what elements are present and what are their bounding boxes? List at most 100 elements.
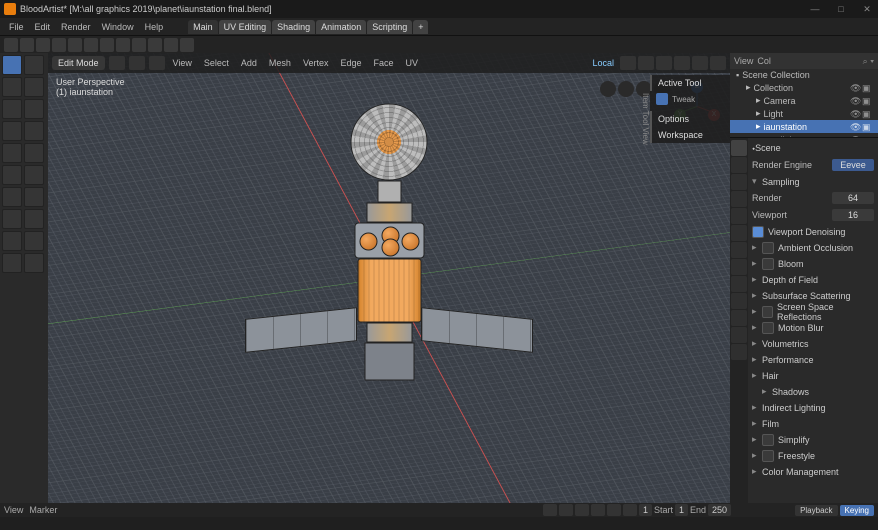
- panel-options[interactable]: Options: [650, 111, 730, 127]
- mesh-tab-icon[interactable]: [731, 310, 747, 326]
- panel-active-tool[interactable]: Active Tool: [650, 75, 730, 91]
- output-tab-icon[interactable]: [731, 157, 747, 173]
- sampling-header[interactable]: Sampling: [762, 177, 800, 187]
- outliner-item[interactable]: ▸Light👁▣: [730, 107, 878, 120]
- frame-start[interactable]: 1: [675, 504, 688, 516]
- section-checkbox[interactable]: [762, 242, 774, 254]
- props-section[interactable]: ▸Film: [752, 416, 874, 431]
- world-tab-icon[interactable]: [731, 208, 747, 224]
- loopcut-tool-icon[interactable]: [24, 187, 44, 207]
- workspace-add[interactable]: +: [413, 20, 428, 34]
- tool-icon[interactable]: [148, 38, 162, 52]
- outliner-view[interactable]: View: [734, 56, 753, 66]
- props-section[interactable]: ▸Simplify: [752, 432, 874, 447]
- render-samples-value[interactable]: 64: [832, 192, 874, 204]
- 3d-viewport[interactable]: Edit Mode View Select Add Mesh Vertex Ed…: [48, 53, 730, 503]
- timeline-view[interactable]: View: [4, 505, 23, 515]
- viewlayer-tab-icon[interactable]: [731, 174, 747, 190]
- render-tab-icon[interactable]: [731, 140, 747, 156]
- vp-menu-add[interactable]: Add: [237, 56, 261, 70]
- orientation-local[interactable]: Local: [588, 56, 618, 70]
- workspace-script[interactable]: Scripting: [367, 20, 412, 34]
- tweak-tool-icon[interactable]: [2, 55, 22, 75]
- edge-select-icon[interactable]: [129, 56, 145, 70]
- material-tab-icon[interactable]: [731, 327, 747, 343]
- tool-icon[interactable]: [68, 38, 82, 52]
- smooth-tool-icon[interactable]: [24, 231, 44, 251]
- scale-tool-icon[interactable]: [24, 99, 44, 119]
- vp-menu-view[interactable]: View: [169, 56, 196, 70]
- vp-menu-mesh[interactable]: Mesh: [265, 56, 295, 70]
- scene-tab-icon[interactable]: [731, 191, 747, 207]
- tool-icon[interactable]: [4, 38, 18, 52]
- section-checkbox[interactable]: [762, 306, 773, 318]
- zoom-icon[interactable]: [600, 81, 616, 97]
- spin-tool-icon[interactable]: [2, 231, 22, 251]
- menu-edit[interactable]: Edit: [30, 20, 56, 34]
- section-checkbox[interactable]: [762, 258, 774, 270]
- next-key-icon[interactable]: [607, 504, 621, 516]
- panel-workspace[interactable]: Workspace: [650, 127, 730, 143]
- tool-icon[interactable]: [20, 38, 34, 52]
- measure-tool-icon[interactable]: [2, 143, 22, 163]
- playback-button[interactable]: Playback: [795, 505, 837, 516]
- props-section[interactable]: ▸Indirect Lighting: [752, 400, 874, 415]
- minimize-button[interactable]: —: [808, 4, 822, 15]
- viewport-denoise-check[interactable]: [752, 226, 764, 238]
- mode-selector[interactable]: Edit Mode: [52, 56, 105, 70]
- jump-end-icon[interactable]: [623, 504, 637, 516]
- workspace-anim[interactable]: Animation: [316, 20, 366, 34]
- model-spacecraft[interactable]: [351, 104, 428, 381]
- jump-start-icon[interactable]: [543, 504, 557, 516]
- tool-icon[interactable]: [164, 38, 178, 52]
- tool-icon[interactable]: [132, 38, 146, 52]
- props-section[interactable]: ▸Ambient Occlusion: [752, 240, 874, 255]
- outliner-item[interactable]: ▸iaunstation👁▣: [730, 120, 878, 133]
- outliner-item[interactable]: ▸Collection👁▣: [730, 81, 878, 94]
- transform-tool-icon[interactable]: [2, 121, 22, 141]
- tool-icon[interactable]: [116, 38, 130, 52]
- vert-select-icon[interactable]: [109, 56, 125, 70]
- menu-render[interactable]: Render: [56, 20, 96, 34]
- constraint-tab-icon[interactable]: [731, 293, 747, 309]
- vp-menu-uv[interactable]: UV: [402, 56, 423, 70]
- menu-file[interactable]: File: [4, 20, 29, 34]
- slide-tool-icon[interactable]: [2, 253, 22, 273]
- menu-help[interactable]: Help: [140, 20, 169, 34]
- face-select-icon[interactable]: [149, 56, 165, 70]
- shading-wire-icon[interactable]: [656, 56, 672, 70]
- props-section[interactable]: ▸Volumetrics: [752, 336, 874, 351]
- keying-button[interactable]: Keying: [840, 505, 874, 516]
- select-box-icon[interactable]: [24, 55, 44, 75]
- viewport-samples-value[interactable]: 16: [832, 209, 874, 221]
- cursor-tool-icon[interactable]: [2, 77, 22, 97]
- timeline-track[interactable]: [0, 517, 878, 530]
- tool-icon[interactable]: [84, 38, 98, 52]
- frame-end[interactable]: 250: [708, 504, 731, 516]
- extrude-tool-icon[interactable]: [2, 165, 22, 185]
- workspace-shading[interactable]: Shading: [272, 20, 315, 34]
- pan-icon[interactable]: [618, 81, 634, 97]
- props-section[interactable]: ▸Performance: [752, 352, 874, 367]
- rotate-tool-icon[interactable]: [2, 99, 22, 119]
- frame-current[interactable]: 1: [639, 504, 652, 516]
- knife-tool-icon[interactable]: [2, 209, 22, 229]
- outliner-root[interactable]: ▪Scene Collection: [730, 69, 878, 81]
- texture-tab-icon[interactable]: [731, 344, 747, 360]
- prev-key-icon[interactable]: [559, 504, 573, 516]
- vp-menu-select[interactable]: Select: [200, 56, 233, 70]
- shading-solid-icon[interactable]: [674, 56, 690, 70]
- outliner-col[interactable]: Col: [757, 56, 771, 66]
- render-engine-value[interactable]: Eevee: [832, 159, 874, 171]
- props-section[interactable]: ▸Freestyle: [752, 448, 874, 463]
- menu-window[interactable]: Window: [97, 20, 139, 34]
- move-tool-icon[interactable]: [24, 77, 44, 97]
- props-section[interactable]: ▸Motion Blur: [752, 320, 874, 335]
- vp-menu-edge[interactable]: Edge: [336, 56, 365, 70]
- props-section[interactable]: ▸Depth of Field: [752, 272, 874, 287]
- annotate-tool-icon[interactable]: [24, 121, 44, 141]
- shrink-tool-icon[interactable]: [24, 253, 44, 273]
- close-button[interactable]: ✕: [860, 4, 874, 15]
- section-checkbox[interactable]: [762, 434, 774, 446]
- section-checkbox[interactable]: [762, 322, 774, 334]
